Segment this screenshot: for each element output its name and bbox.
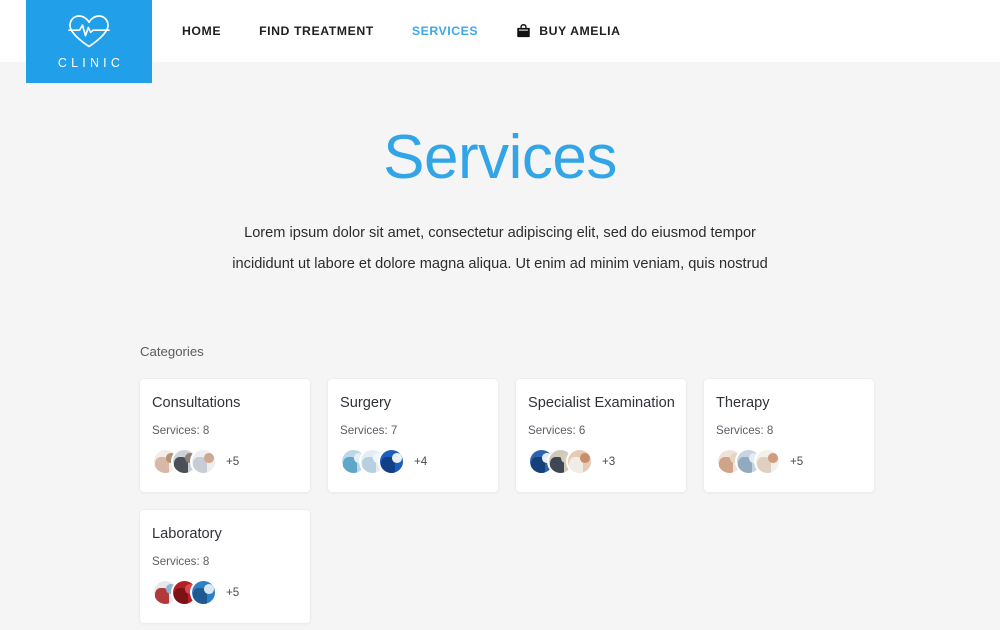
nav-label: HOME bbox=[182, 24, 222, 38]
categories-section: Categories Consultations Services: 8 +5 Sur… bbox=[139, 344, 899, 624]
category-services-count: Services: 8 bbox=[152, 424, 210, 438]
category-card-specialist-examination[interactable]: Specialist Examination Services: 6 +3 bbox=[515, 378, 687, 493]
category-card-therapy[interactable]: Therapy Services: 8 +5 bbox=[703, 378, 875, 493]
avatar-shape bbox=[203, 584, 214, 594]
nav-item-buy-amelia[interactable]: BUY AMELIA bbox=[516, 24, 620, 38]
avatar-therapy-3[interactable] bbox=[754, 448, 781, 476]
category-title: Surgery bbox=[340, 395, 392, 411]
categories-label: Categories bbox=[140, 344, 204, 359]
services-page: CLINIC HOME FIND TREATMENT SERVICES BUY … bbox=[0, 0, 1000, 630]
nav-label: FIND TREATMENT bbox=[259, 24, 374, 38]
site-logo[interactable]: CLINIC bbox=[26, 0, 152, 83]
category-card-laboratory[interactable]: Laboratory Services: 8 +5 bbox=[139, 509, 311, 624]
avatar-more-count: +5 bbox=[226, 455, 240, 469]
category-title: Specialist Examination bbox=[528, 395, 675, 411]
category-services-count: Services: 8 bbox=[716, 424, 774, 438]
avatar-stack bbox=[152, 579, 217, 607]
category-card-consultations[interactable]: Consultations Services: 8 +5 bbox=[139, 378, 311, 493]
avatar-shape bbox=[203, 453, 214, 463]
category-title: Consultations bbox=[152, 395, 241, 411]
avatar-shape bbox=[391, 453, 402, 463]
nav-item-find-treatment[interactable]: FIND TREATMENT bbox=[259, 24, 374, 38]
avatar-more-count: +3 bbox=[602, 455, 616, 469]
avatar-laboratory-3[interactable] bbox=[190, 579, 217, 607]
shopping-bag-icon bbox=[516, 24, 531, 38]
avatar-shape bbox=[767, 453, 778, 463]
category-title: Therapy bbox=[716, 395, 770, 411]
nav-item-services[interactable]: SERVICES bbox=[412, 24, 478, 38]
hero-description: Lorem ipsum dolor sit amet, consectetur … bbox=[232, 225, 768, 273]
avatar-more-count: +5 bbox=[226, 586, 240, 600]
avatar-stack bbox=[528, 448, 593, 476]
primary-navigation: HOME FIND TREATMENT SERVICES BUY AMELIA bbox=[182, 0, 621, 62]
category-services-count: Services: 6 bbox=[528, 424, 586, 438]
avatar-stack bbox=[716, 448, 781, 476]
avatar-surgery-3[interactable] bbox=[378, 448, 405, 476]
nav-label: BUY AMELIA bbox=[539, 24, 621, 38]
avatar-row: +3 bbox=[528, 448, 673, 476]
avatar-stack bbox=[152, 448, 217, 476]
heart-pulse-icon bbox=[68, 15, 110, 48]
nav-item-home[interactable]: HOME bbox=[182, 24, 221, 38]
avatar-more-count: +5 bbox=[790, 455, 804, 469]
hero-section: Services Lorem ipsum dolor sit amet, con… bbox=[0, 62, 1000, 280]
category-services-count: Services: 7 bbox=[340, 424, 398, 438]
logo-text: CLINIC bbox=[57, 56, 125, 70]
avatar-row: +5 bbox=[152, 579, 297, 607]
avatar-shape bbox=[579, 453, 590, 463]
category-title: Laboratory bbox=[152, 526, 222, 542]
category-card-surgery[interactable]: Surgery Services: 7 +4 bbox=[327, 378, 499, 493]
avatar-more-count: +4 bbox=[414, 455, 428, 469]
avatar-row: +5 bbox=[716, 448, 861, 476]
avatar-row: +5 bbox=[152, 448, 297, 476]
avatar-stack bbox=[340, 448, 405, 476]
category-grid: Consultations Services: 8 +5 Surgery Service… bbox=[139, 378, 899, 624]
nav-label: SERVICES bbox=[411, 24, 479, 38]
avatar-consultations-3[interactable] bbox=[190, 448, 217, 476]
avatar-specialist-3[interactable] bbox=[566, 448, 593, 476]
avatar-row: +4 bbox=[340, 448, 485, 476]
page-title: Services bbox=[383, 123, 617, 192]
category-services-count: Services: 8 bbox=[152, 555, 210, 569]
